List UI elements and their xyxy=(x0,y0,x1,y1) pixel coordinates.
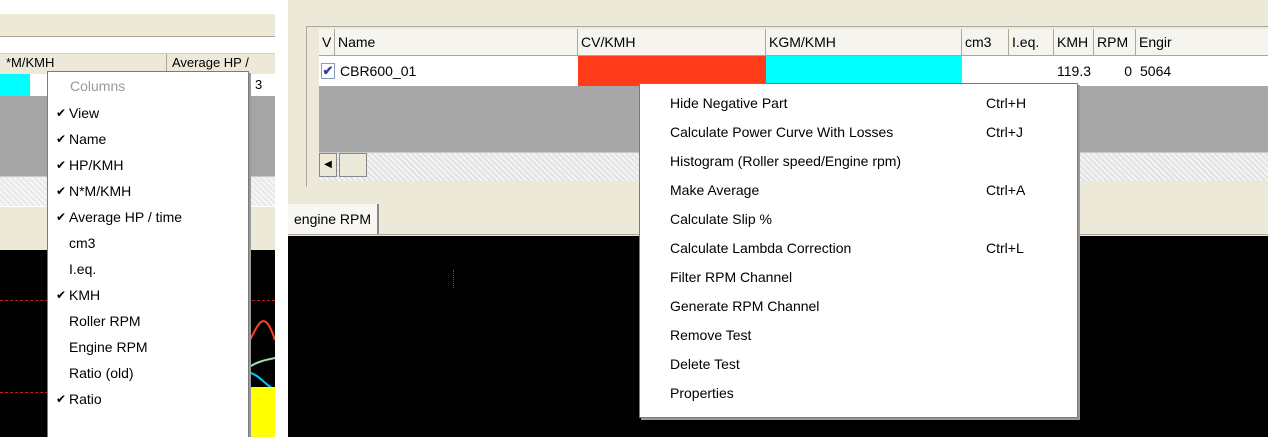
menu-item-cm3[interactable]: cm3 xyxy=(48,230,248,256)
menu-item-shortcut: Ctrl+H xyxy=(986,95,1027,111)
test-grid-header: V Name CV/KMH KGM/KMH cm3 I.eq. KMH RPM … xyxy=(319,29,1268,56)
menu-item-label: cm3 xyxy=(69,235,96,251)
menu-item-label: Remove Test xyxy=(670,327,752,343)
menu-item-label: Roller RPM xyxy=(69,313,141,329)
cell-kmh: 119.3 xyxy=(1057,63,1091,79)
menu-item-histogram[interactable]: Histogram (Roller speed/Engine rpm) xyxy=(640,148,1077,174)
col-header-ieq[interactable]: I.eq. xyxy=(1009,29,1054,55)
menu-item-label: Name xyxy=(69,131,107,147)
cell-rpm: 0 xyxy=(1124,63,1132,79)
menu-item-label: I.eq. xyxy=(69,261,97,277)
left-panel: *M/KMH Average HP / 3 Columns ✔ View ✔ N… xyxy=(0,0,275,437)
menu-item-label: Calculate Lambda Correction xyxy=(670,240,852,256)
cell-name: CBR600_01 xyxy=(340,63,417,79)
columns-menu-heading: Columns xyxy=(70,78,126,94)
tab-engine-rpm[interactable]: engine RPM xyxy=(288,204,380,234)
menu-item-hp-kmh[interactable]: ✔ HP/KMH xyxy=(48,152,248,178)
menu-item-label: KMH xyxy=(69,287,101,303)
table-row[interactable]: ✔ CBR600_01 119.3 0 5064 xyxy=(319,56,1268,86)
menu-item-roller-rpm[interactable]: Roller RPM xyxy=(48,308,248,334)
col-header-engine[interactable]: Engir xyxy=(1136,29,1268,55)
view-checkbox[interactable]: ✔ xyxy=(321,63,335,79)
menu-item-ratio[interactable]: ✔ Ratio xyxy=(48,386,248,412)
test-context-menu: Hide Negative Part Ctrl+H Calculate Powe… xyxy=(639,83,1078,418)
menu-item-engine-rpm[interactable]: Engine RPM xyxy=(48,334,248,360)
color-cell xyxy=(0,74,30,96)
col-header-view[interactable]: V xyxy=(319,29,335,55)
menu-item-label: Filter RPM Channel xyxy=(670,269,793,285)
menu-item-calculate-power-curve[interactable]: Calculate Power Curve With Losses Ctrl+J xyxy=(640,119,1077,145)
menu-item-calculate-slip[interactable]: Calculate Slip % xyxy=(640,206,1077,232)
col-header-name[interactable]: Name xyxy=(335,29,578,55)
menu-item-ratio-old[interactable]: Ratio (old) xyxy=(48,360,248,386)
menu-item-label: Properties xyxy=(670,385,734,401)
menu-item-generate-rpm[interactable]: Generate RPM Channel xyxy=(640,293,1077,319)
menu-item-label: Calculate Slip % xyxy=(670,211,772,227)
checkmark-icon: ✔ xyxy=(55,106,67,120)
menu-item-hide-negative-part[interactable]: Hide Negative Part Ctrl+H xyxy=(640,90,1077,116)
left-header-average-hp[interactable]: Average HP / xyxy=(172,55,249,70)
menu-item-label: Average HP / time xyxy=(69,209,183,225)
col-header-kmh[interactable]: KMH xyxy=(1054,29,1094,55)
menu-item-label: Calculate Power Curve With Losses xyxy=(670,124,894,140)
menu-item-ieq[interactable]: I.eq. xyxy=(48,256,248,282)
menu-item-make-average[interactable]: Make Average Ctrl+A xyxy=(640,177,1077,203)
menu-item-shortcut: Ctrl+L xyxy=(986,240,1024,256)
checkmark-icon: ✔ xyxy=(55,288,67,302)
menu-item-label: N*M/KMH xyxy=(69,183,132,199)
menu-item-properties[interactable]: Properties xyxy=(640,380,1077,406)
menu-item-delete-test[interactable]: Delete Test xyxy=(640,351,1077,377)
right-panel: V Name CV/KMH KGM/KMH cm3 I.eq. KMH RPM … xyxy=(288,0,1268,437)
menu-item-remove-test[interactable]: Remove Test xyxy=(640,322,1077,348)
checkmark-icon: ✔ xyxy=(55,392,67,406)
menu-item-name[interactable]: ✔ Name xyxy=(48,126,248,152)
menu-item-lambda-correction[interactable]: Calculate Lambda Correction Ctrl+L xyxy=(640,235,1077,261)
left-toolbar-strip xyxy=(0,14,275,37)
arrow-left-icon[interactable]: ◀ xyxy=(319,153,337,177)
menu-item-average-hp[interactable]: ✔ Average HP / time xyxy=(48,204,248,230)
menu-item-view[interactable]: ✔ View xyxy=(48,100,248,126)
checkmark-icon: ✔ xyxy=(55,158,67,172)
right-top-strip xyxy=(288,0,1268,28)
menu-item-label: Ratio xyxy=(69,391,102,407)
menu-item-label: Generate RPM Channel xyxy=(670,298,820,314)
menu-item-label: View xyxy=(69,105,100,121)
menu-item-filter-rpm[interactable]: Filter RPM Channel xyxy=(640,264,1077,290)
menu-item-shortcut: Ctrl+J xyxy=(986,124,1023,140)
menu-item-label: Ratio (old) xyxy=(69,365,134,381)
menu-item-label: Engine RPM xyxy=(69,339,148,355)
menu-item-label: HP/KMH xyxy=(69,157,124,173)
col-header-kgm-kmh[interactable]: KGM/KMH xyxy=(766,29,962,55)
checkmark-icon: ✔ xyxy=(55,132,67,146)
cell-cv-kmh xyxy=(578,56,766,86)
scrollbar-thumb[interactable] xyxy=(339,153,367,177)
left-header-nm-kmh[interactable]: *M/KMH xyxy=(6,55,54,70)
menu-item-label: Hide Negative Part xyxy=(670,95,788,111)
row-value: 3 xyxy=(255,77,263,92)
menu-item-label: Histogram (Roller speed/Engine rpm) xyxy=(670,153,902,169)
checkmark-icon: ✔ xyxy=(55,210,67,224)
menu-item-nm-kmh[interactable]: ✔ N*M/KMH xyxy=(48,178,248,204)
yellow-marker xyxy=(247,387,275,437)
cell-engine: 5064 xyxy=(1140,63,1172,79)
cell-kgm-kmh xyxy=(766,56,962,86)
checkmark-icon: ✔ xyxy=(55,184,67,198)
graph-cursor-mark xyxy=(453,270,455,288)
menu-item-shortcut: Ctrl+A xyxy=(986,182,1026,198)
col-header-rpm[interactable]: RPM xyxy=(1094,29,1136,55)
menu-item-label: Delete Test xyxy=(670,356,740,372)
col-header-cm3[interactable]: cm3 xyxy=(962,29,1009,55)
columns-menu: Columns ✔ View ✔ Name ✔ HP/KMH ✔ N*M/KMH… xyxy=(47,71,249,437)
col-header-cv-kmh[interactable]: CV/KMH xyxy=(578,29,766,55)
menu-item-label: Make Average xyxy=(670,182,760,198)
menu-item-kmh[interactable]: ✔ KMH xyxy=(48,282,248,308)
